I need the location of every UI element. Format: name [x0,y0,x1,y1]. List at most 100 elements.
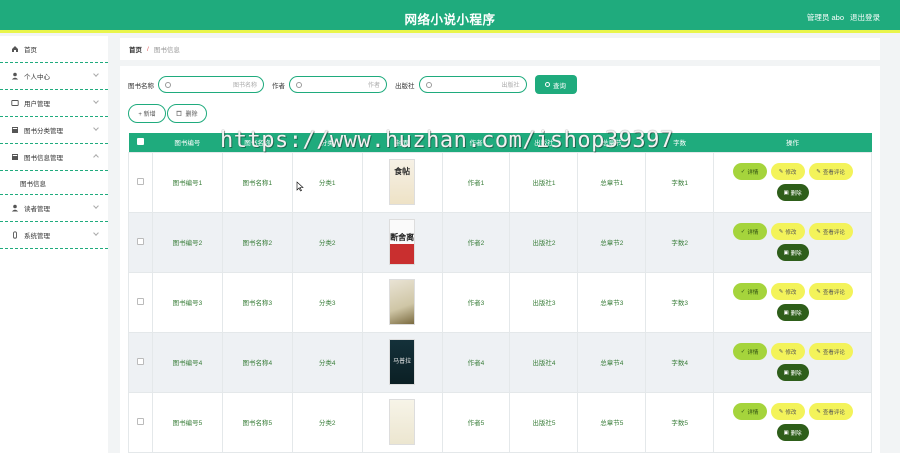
row-checkbox[interactable] [136,237,144,245]
select-all-checkbox[interactable] [136,137,144,145]
cell-category: 分类2 [291,391,363,453]
row-checkbox[interactable] [136,357,144,365]
detail-button[interactable]: ✓ 详情 [732,283,767,300]
cell-book-code: 图书编号4 [151,331,223,393]
detail-button[interactable]: ✓ 详情 [732,403,767,420]
sidebar-subitem-book-info[interactable]: 图书信息 [0,171,108,195]
table-row: 图书编号5 图书名称5 分类2 作者5 出版社5 总章节5 字数5 ✓ 详情 ✎ 修改 ✎ 查看评论 ▣ 删… [128,391,872,453]
author-input[interactable]: 作者 [289,76,387,93]
app-title: 网络小说小程序 [404,13,496,27]
sidebar: 首页 个人中心 用户管理 图书分类管理 图书信息管理 图书信息 读者管理 系统管… [0,36,108,453]
edit-button[interactable]: ✎ 修改 [770,163,805,180]
publisher-input[interactable]: 出版社 [418,76,527,93]
sidebar-item-system[interactable]: 系统管理 [0,222,108,249]
edit-label: 修改 [785,409,797,416]
row-select-cell[interactable] [128,331,153,393]
detail-button[interactable]: ✓ 详情 [732,223,767,240]
user-icon [10,204,19,213]
cell-cover: 马普拉 [361,331,443,393]
col-words[interactable]: 字数 [645,133,714,152]
book-cover-image[interactable]: 断舍离 [389,219,416,265]
cell-book-code: 图书编号2 [151,211,223,273]
current-user[interactable]: 管理员 abo [807,12,844,23]
pencil-icon: ✎ [778,408,784,415]
cell-author: 作者3 [441,271,511,333]
col-chapters[interactable]: 总章节 [577,133,646,152]
col-book-name[interactable]: 图书名称 [222,133,293,152]
view-review-button[interactable]: ✎ 查看评论 [808,403,853,420]
sidebar-item-label: 首页 [24,47,37,54]
delete-button[interactable]: ▣ 删除 [776,364,809,381]
book-cover-image[interactable]: 马普拉 [389,339,416,385]
view-review-button[interactable]: ✎ 查看评论 [808,283,853,300]
cell-chapters: 总章节5 [577,391,647,453]
detail-button[interactable]: ✓ 详情 [732,343,767,360]
breadcrumb-home[interactable]: 首页 [129,44,142,54]
cell-operations: ✓ 详情 ✎ 修改 ✎ 查看评论 ▣ 删除 [713,211,872,273]
detail-icon: ✓ [740,348,746,355]
detail-button[interactable]: ✓ 详情 [732,163,767,180]
publisher-label: 出版社 [395,82,415,90]
view-review-label: 查看评论 [822,229,845,236]
sidebar-item-users[interactable]: 用户管理 [0,90,108,117]
cell-cover [361,391,443,453]
view-review-button[interactable]: ✎ 查看评论 [808,223,853,240]
home-icon [10,45,19,54]
book-cover-image[interactable] [389,399,416,445]
trash-icon: ▣ [783,429,789,436]
edit-button[interactable]: ✎ 修改 [770,343,805,360]
row-checkbox[interactable] [136,297,144,305]
batch-delete-button[interactable]: 删除 [167,104,207,123]
breadcrumb: 首页 / 图书信息 [120,38,880,60]
book-name-label: 图书名称 [128,82,154,90]
col-book-code[interactable]: 图书编号 [152,133,223,152]
book-name-input[interactable]: 图书名称 [158,76,264,93]
row-select-cell[interactable] [128,211,153,273]
table-row: 图书编号3 图书名称3 分类3 作者3 出版社3 总章节3 字数3 ✓ 详情 ✎ 修改 ✎ 查看评论 ▣ 删… [128,271,872,333]
col-author[interactable]: 作者 [442,133,510,152]
col-operations: 操作 [713,133,872,152]
cell-cover: 食帖 [361,151,443,213]
edit-label: 修改 [785,289,797,296]
row-checkbox[interactable] [136,177,144,185]
row-select-cell[interactable] [128,151,153,213]
cover-title: 食帖 [394,167,411,176]
row-select-cell[interactable] [128,271,153,333]
delete-button[interactable]: ▣ 删除 [776,184,809,201]
table-row: 图书编号1 图书名称1 分类1 食帖 作者1 出版社1 总章节1 字数1 ✓ 详情 ✎ 修改 ✎ 查看评论… [128,151,872,213]
delete-button[interactable]: ▣ 删除 [776,304,809,321]
sidebar-item-readers[interactable]: 读者管理 [0,195,108,222]
add-button[interactable]: + 新增 [128,104,166,123]
sidebar-item-home[interactable]: 首页 [0,36,108,63]
chevron-down-icon [93,230,99,236]
view-review-button[interactable]: ✎ 查看评论 [808,163,853,180]
select-all-header[interactable] [128,133,153,152]
sidebar-item-book-category[interactable]: 图书分类管理 [0,117,108,144]
row-checkbox[interactable] [136,417,144,425]
search-icon [425,81,432,88]
pencil-icon: ✎ [778,288,784,295]
col-publisher[interactable]: 出版社 [509,133,578,152]
sidebar-item-profile[interactable]: 个人中心 [0,63,108,90]
delete-button[interactable]: ▣ 删除 [776,424,809,441]
trash-icon: ▣ [783,369,789,376]
trash-icon [176,110,182,118]
edit-button[interactable]: ✎ 修改 [770,403,805,420]
book-cover-image[interactable] [389,279,416,325]
edit-button[interactable]: ✎ 修改 [770,283,805,300]
chevron-down-icon [93,98,99,104]
delete-label: 删除 [790,190,802,197]
view-review-button[interactable]: ✎ 查看评论 [808,343,853,360]
logout-link[interactable]: 退出登录 [850,12,880,23]
user-icon [10,72,19,81]
col-category[interactable]: 分类 [292,133,363,152]
breadcrumb-current: 图书信息 [153,47,180,54]
cell-book-code: 图书编号5 [151,391,223,453]
edit-button[interactable]: ✎ 修改 [770,223,805,240]
row-select-cell[interactable] [128,391,153,453]
settings-icon [10,231,19,240]
delete-button[interactable]: ▣ 删除 [776,244,809,261]
sidebar-item-book-info[interactable]: 图书信息管理 [0,144,108,171]
book-cover-image[interactable]: 食帖 [389,159,416,205]
search-button[interactable]: 查询 [534,75,577,94]
